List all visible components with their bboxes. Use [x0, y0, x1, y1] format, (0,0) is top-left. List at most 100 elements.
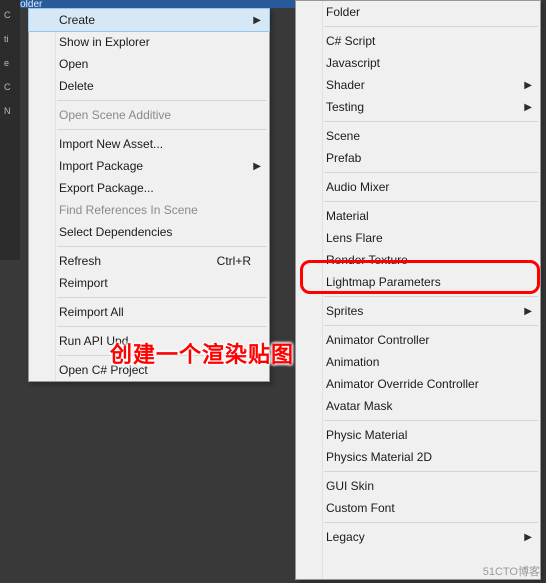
menu-separator: [324, 201, 538, 202]
window-titlebar: w Folder: [0, 0, 304, 8]
submenu-arrow-icon: ▶: [524, 532, 532, 543]
menu-separator: [57, 326, 267, 327]
menu-item-scene[interactable]: Scene: [296, 125, 540, 147]
menu-item-label: Find References In Scene: [59, 203, 251, 217]
menu-item-label: Testing: [326, 100, 522, 114]
menu-item-shortcut: Ctrl+R: [217, 254, 251, 268]
menu-separator: [324, 471, 538, 472]
menu-item-label: Folder: [326, 5, 522, 19]
menu-item-avatar-mask[interactable]: Avatar Mask: [296, 395, 540, 417]
menu-separator: [324, 325, 538, 326]
menu-item-physic-material[interactable]: Physic Material: [296, 424, 540, 446]
menu-item-label: Sprites: [326, 304, 522, 318]
menu-item-label: Import New Asset...: [59, 137, 251, 151]
submenu-arrow-icon: ▶: [253, 161, 261, 172]
menu-item-custom-font[interactable]: Custom Font: [296, 497, 540, 519]
menu-item-label: Lens Flare: [326, 231, 522, 245]
menu-item-label: Shader: [326, 78, 522, 92]
menu-separator: [57, 100, 267, 101]
menu-separator: [57, 129, 267, 130]
sidebar-text: ti: [0, 34, 20, 58]
menu-item-label: Create: [59, 13, 251, 27]
menu-separator: [57, 246, 267, 247]
menu-separator: [324, 522, 538, 523]
menu-item-render-texture[interactable]: Render Texture: [296, 249, 540, 271]
menu-item-open-scene-additive: Open Scene Additive: [29, 104, 269, 126]
menu-item-label: Lightmap Parameters: [326, 275, 522, 289]
menu-item-label: Avatar Mask: [326, 399, 522, 413]
menu-item-label: Export Package...: [59, 181, 251, 195]
menu-item-animation[interactable]: Animation: [296, 351, 540, 373]
menu-separator: [324, 296, 538, 297]
sidebar-text: N: [0, 106, 20, 130]
context-menu: Create▶Show in ExplorerOpenDeleteOpen Sc…: [28, 8, 270, 382]
sidebar-text: C: [0, 82, 20, 106]
annotation-text: 创建一个渲染贴图: [110, 337, 294, 369]
menu-item-label: Open: [59, 57, 251, 71]
menu-item-label: Legacy: [326, 530, 522, 544]
submenu-arrow-icon: ▶: [524, 102, 532, 113]
menu-item-legacy[interactable]: Legacy▶: [296, 526, 540, 548]
menu-item-reimport-all[interactable]: Reimport All: [29, 301, 269, 323]
menu-item-gui-skin[interactable]: GUI Skin: [296, 475, 540, 497]
menu-item-reimport[interactable]: Reimport: [29, 272, 269, 294]
menu-item-lightmap-parameters[interactable]: Lightmap Parameters: [296, 271, 540, 293]
menu-item-testing[interactable]: Testing▶: [296, 96, 540, 118]
create-submenu: FolderC# ScriptJavascriptShader▶Testing▶…: [295, 0, 541, 580]
watermark-text: 51CTO博客: [483, 563, 540, 579]
submenu-arrow-icon: ▶: [253, 15, 261, 26]
menu-item-label: Delete: [59, 79, 251, 93]
menu-item-label: Reimport All: [59, 305, 251, 319]
menu-item-label: Physics Material 2D: [326, 450, 522, 464]
submenu-arrow-icon: ▶: [524, 80, 532, 91]
menu-item-show-in-explorer[interactable]: Show in Explorer: [29, 31, 269, 53]
menu-item-prefab[interactable]: Prefab: [296, 147, 540, 169]
menu-item-label: Select Dependencies: [59, 225, 251, 239]
menu-separator: [324, 121, 538, 122]
menu-separator: [57, 297, 267, 298]
menu-item-label: Physic Material: [326, 428, 522, 442]
menu-item-import-new-asset[interactable]: Import New Asset...: [29, 133, 269, 155]
menu-item-sprites[interactable]: Sprites▶: [296, 300, 540, 322]
menu-item-export-package[interactable]: Export Package...: [29, 177, 269, 199]
menu-item-label: Prefab: [326, 151, 522, 165]
menu-item-label: Animator Override Controller: [326, 377, 522, 391]
menu-item-label: Reimport: [59, 276, 251, 290]
menu-item-delete[interactable]: Delete: [29, 75, 269, 97]
menu-item-label: Javascript: [326, 56, 522, 70]
menu-item-label: Scene: [326, 129, 522, 143]
menu-item-animator-controller[interactable]: Animator Controller: [296, 329, 540, 351]
sidebar-text: C: [0, 10, 20, 34]
menu-item-physics-material-2d[interactable]: Physics Material 2D: [296, 446, 540, 468]
menu-item-folder[interactable]: Folder: [296, 1, 540, 23]
menu-item-material[interactable]: Material: [296, 205, 540, 227]
menu-item-label: Show in Explorer: [59, 35, 251, 49]
menu-item-label: Animator Controller: [326, 333, 522, 347]
menu-item-lens-flare[interactable]: Lens Flare: [296, 227, 540, 249]
menu-separator: [324, 420, 538, 421]
menu-item-select-dependencies[interactable]: Select Dependencies: [29, 221, 269, 243]
menu-item-create[interactable]: Create▶: [28, 8, 270, 32]
menu-item-label: Audio Mixer: [326, 180, 522, 194]
menu-separator: [324, 172, 538, 173]
menu-item-shader[interactable]: Shader▶: [296, 74, 540, 96]
menu-item-animator-override-controller[interactable]: Animator Override Controller: [296, 373, 540, 395]
menu-item-audio-mixer[interactable]: Audio Mixer: [296, 176, 540, 198]
sidebar-text: e: [0, 58, 20, 82]
menu-item-c-script[interactable]: C# Script: [296, 30, 540, 52]
menu-item-label: Open Scene Additive: [59, 108, 251, 122]
menu-item-label: Import Package: [59, 159, 251, 173]
menu-item-label: Refresh: [59, 254, 217, 268]
menu-item-label: C# Script: [326, 34, 522, 48]
menu-item-open[interactable]: Open: [29, 53, 269, 75]
menu-item-find-references-in-scene: Find References In Scene: [29, 199, 269, 221]
menu-item-refresh[interactable]: RefreshCtrl+R: [29, 250, 269, 272]
submenu-arrow-icon: ▶: [524, 306, 532, 317]
menu-item-label: Material: [326, 209, 522, 223]
menu-item-label: GUI Skin: [326, 479, 522, 493]
menu-item-label: Animation: [326, 355, 522, 369]
menu-item-label: Render Texture: [326, 253, 522, 267]
menu-item-import-package[interactable]: Import Package▶: [29, 155, 269, 177]
left-sidebar-fragment: C ti e C N: [0, 0, 20, 260]
menu-item-javascript[interactable]: Javascript: [296, 52, 540, 74]
